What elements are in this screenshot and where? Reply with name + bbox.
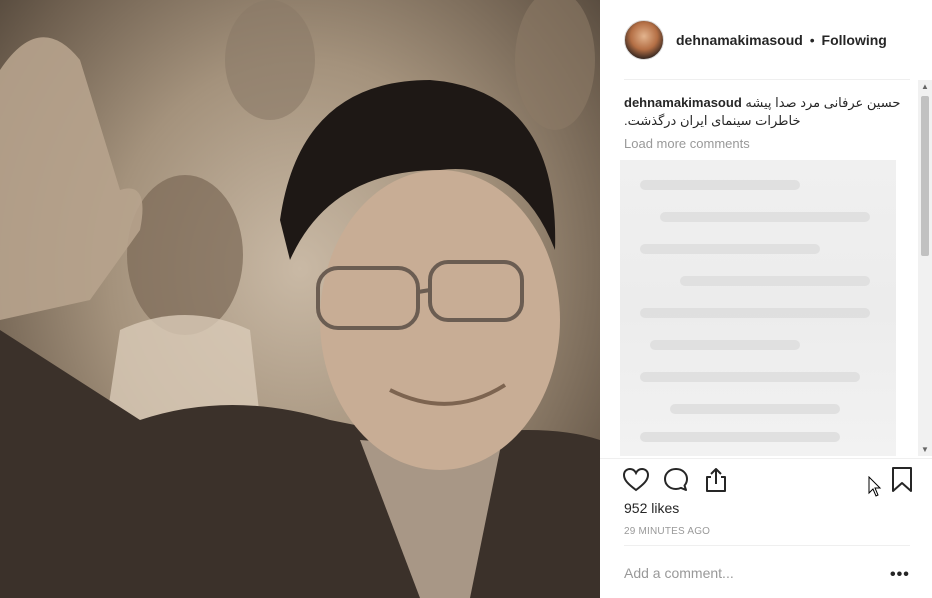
scroll-down-arrow-icon[interactable]: ▼ <box>921 445 929 454</box>
heart-icon[interactable] <box>622 466 650 494</box>
post-photo <box>0 0 600 598</box>
author-username[interactable]: dehnamakimasoud <box>676 32 803 48</box>
likes-count[interactable]: 952 likes <box>624 500 679 516</box>
comments-scrollbar[interactable]: ▲ ▼ <box>918 80 932 456</box>
header-info: dehnamakimasoud • Following <box>676 32 887 48</box>
caption-username[interactable]: dehnamakimasoud <box>624 95 742 110</box>
add-comment-input[interactable] <box>624 561 874 585</box>
share-icon[interactable] <box>702 466 730 494</box>
blurred-comments-area <box>620 160 896 456</box>
more-options-button[interactable]: ••• <box>890 566 910 584</box>
comment-icon[interactable] <box>662 466 690 494</box>
post-photo-illustration <box>0 0 600 598</box>
comments-section: dehnamakimasoud حسین عرفانی مرد صدا پیشه… <box>624 94 910 151</box>
header-divider <box>624 79 910 80</box>
separator-dot: • <box>809 32 815 48</box>
mouse-cursor-icon <box>868 476 882 497</box>
caption: dehnamakimasoud حسین عرفانی مرد صدا پیشه… <box>624 94 910 130</box>
actions-divider <box>600 458 932 459</box>
load-more-comments-button[interactable]: Load more comments <box>624 136 910 151</box>
following-button[interactable]: Following <box>822 32 887 48</box>
scrollbar-thumb[interactable] <box>921 96 929 256</box>
post-header: dehnamakimasoud • Following <box>600 0 932 80</box>
post-details-panel: dehnamakimasoud • Following dehnamakimas… <box>600 0 932 598</box>
comment-box-divider <box>624 545 910 546</box>
bookmark-icon[interactable] <box>888 466 916 494</box>
post-timestamp[interactable]: 29 MINUTES AGO <box>624 526 710 537</box>
scroll-up-arrow-icon[interactable]: ▲ <box>921 82 929 91</box>
avatar[interactable] <box>624 20 664 60</box>
